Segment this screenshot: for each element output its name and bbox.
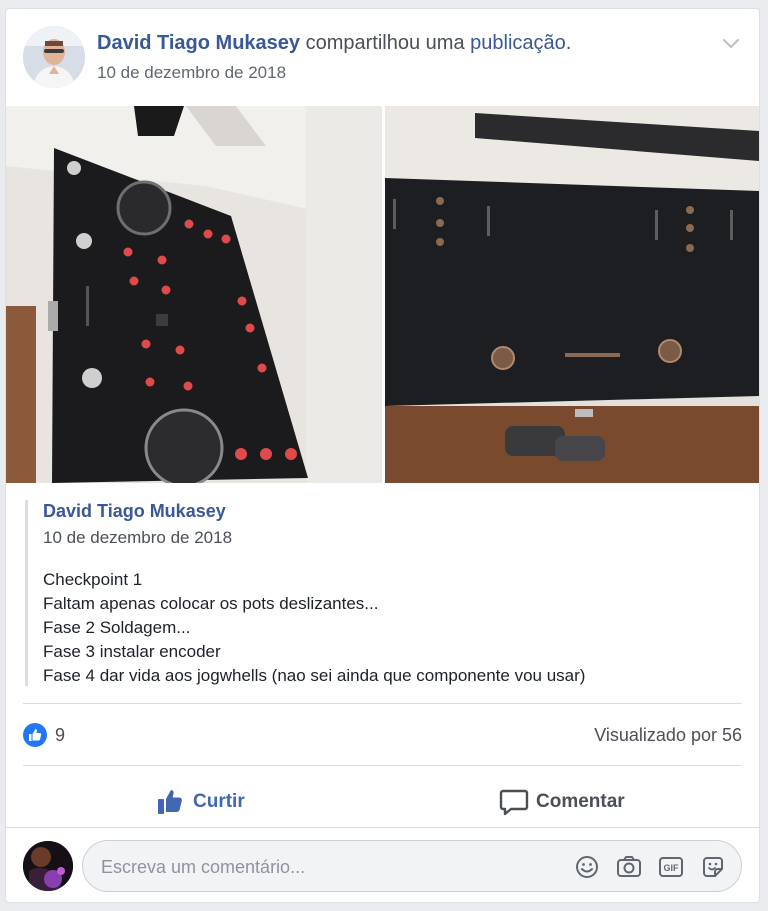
gif-icon[interactable]: GIF	[657, 853, 685, 881]
header-period: .	[565, 32, 572, 54]
photo-grid	[6, 106, 759, 483]
like-reaction-icon[interactable]	[23, 723, 47, 747]
shared-text-line: Fase 4 dar vida aos jogwhells (nao sei a…	[43, 666, 586, 685]
photo-controller[interactable]	[6, 106, 382, 483]
shared-post: David Tiago Mukasey 10 de dezembro de 20…	[25, 500, 743, 686]
shared-date[interactable]: 10 de dezembro de 2018	[43, 528, 743, 548]
emoji-icon[interactable]	[573, 853, 601, 881]
like-button[interactable]: Curtir	[155, 777, 245, 827]
current-user-avatar[interactable]	[23, 841, 73, 891]
comment-bubble-icon	[499, 789, 529, 816]
shared-text-line: Fase 3 instalar encoder	[43, 642, 221, 661]
comment-button[interactable]: Comentar	[498, 777, 625, 827]
reaction-stats: 9 Visualizado por 56	[23, 719, 742, 751]
comment-composer: GIF	[23, 838, 742, 894]
shared-text-line: Fase 2 Soldagem...	[43, 618, 191, 637]
shared-text: Checkpoint 1 Faltam apenas colocar os po…	[43, 568, 743, 688]
post-header: David Tiago Mukasey compartilhou uma pub…	[23, 26, 742, 90]
sticker-icon[interactable]	[699, 853, 727, 881]
shared-text-line: Faltam apenas colocar os pots deslizante…	[43, 594, 379, 613]
like-count[interactable]: 9	[55, 725, 65, 746]
thumbs-up-icon	[158, 790, 182, 814]
publication-link[interactable]: publicação	[470, 32, 566, 54]
comment-input[interactable]	[101, 853, 541, 881]
post-date[interactable]: 10 de dezembro de 2018	[97, 63, 286, 83]
shared-text-line: Checkpoint 1	[43, 570, 143, 589]
composer-icons: GIF	[573, 853, 727, 881]
svg-text:GIF: GIF	[664, 863, 680, 873]
camera-icon[interactable]	[615, 853, 643, 881]
post-header-line: David Tiago Mukasey compartilhou uma pub…	[97, 32, 571, 55]
post-card: David Tiago Mukasey compartilhou uma pub…	[5, 8, 760, 903]
author-name[interactable]: David Tiago Mukasey	[97, 32, 300, 54]
view-count[interactable]: Visualizado por 56	[594, 725, 742, 746]
divider	[6, 827, 759, 828]
author-avatar[interactable]	[23, 26, 85, 88]
divider	[23, 703, 742, 704]
divider	[23, 765, 742, 766]
comment-box[interactable]: GIF	[82, 840, 742, 892]
like-label: Curtir	[193, 791, 245, 812]
action-bar: Curtir Comentar	[23, 777, 742, 827]
shared-author-name[interactable]: David Tiago Mukasey	[43, 501, 743, 522]
photo-panel[interactable]	[385, 106, 759, 483]
share-verb: compartilhou uma	[305, 32, 465, 54]
comment-label: Comentar	[536, 791, 625, 812]
chevron-down-icon[interactable]	[720, 32, 742, 54]
